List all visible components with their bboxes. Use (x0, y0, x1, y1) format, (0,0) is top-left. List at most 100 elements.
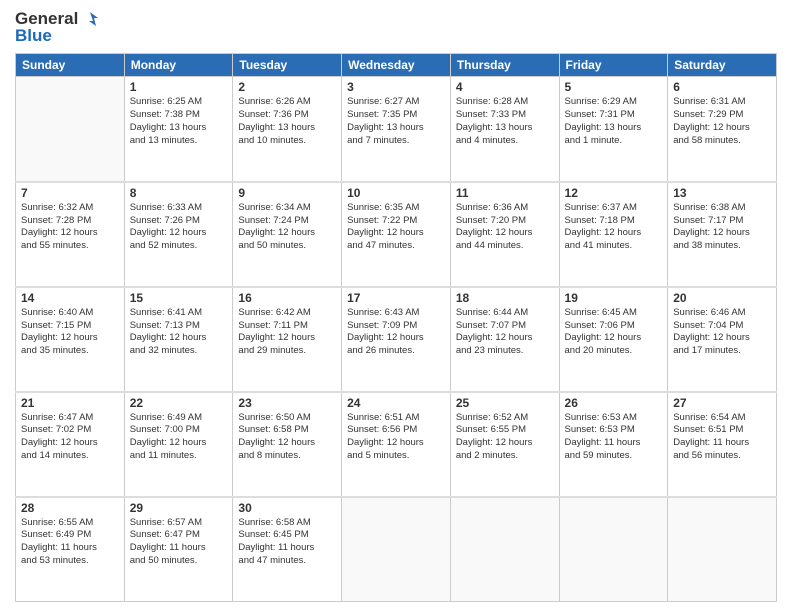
calendar-cell: 21 Sunrise: 6:47 AM Sunset: 7:02 PM Dayli… (16, 392, 125, 497)
calendar-cell: 16 Sunrise: 6:42 AM Sunset: 7:11 PM Dayli… (233, 287, 342, 392)
day-number: 22 (130, 396, 228, 410)
calendar-cell: 23 Sunrise: 6:50 AM Sunset: 6:58 PM Dayli… (233, 392, 342, 497)
day-number: 23 (238, 396, 336, 410)
day-info: Sunrise: 6:44 AM Sunset: 7:07 PM Dayligh… (456, 307, 554, 358)
day-info: Sunrise: 6:36 AM Sunset: 7:20 PM Dayligh… (456, 202, 554, 253)
calendar-week-row: 1 Sunrise: 6:25 AM Sunset: 7:38 PM Daylig… (16, 77, 777, 182)
calendar-cell: 12Sunrise: 6:37 AM Sunset: 7:18 PM Dayli… (559, 182, 668, 287)
day-info: Sunrise: 6:52 AM Sunset: 6:55 PM Dayligh… (456, 412, 554, 463)
calendar-cell: 30 Sunrise: 6:58 AM Sunset: 6:45 PM Dayli… (233, 497, 342, 602)
day-number: 24 (347, 396, 445, 410)
calendar-table: SundayMondayTuesdayWednesdayThursdayFrid… (15, 53, 777, 602)
calendar-cell: 27 Sunrise: 6:54 AM Sunset: 6:51 PM Dayli… (668, 392, 777, 497)
calendar-cell: 9 Sunrise: 6:34 AM Sunset: 7:24 PM Daylig… (233, 182, 342, 287)
day-number: 21 (21, 396, 119, 410)
day-info: Sunrise: 6:49 AM Sunset: 7:00 PM Dayligh… (130, 412, 228, 463)
calendar-header-row: SundayMondayTuesdayWednesdayThursdayFrid… (16, 54, 777, 77)
day-info: Sunrise: 6:47 AM Sunset: 7:02 PM Dayligh… (21, 412, 119, 463)
day-number: 17 (347, 291, 445, 305)
day-number: 30 (238, 501, 336, 515)
day-number: 14 (21, 291, 119, 305)
day-number: 4 (456, 80, 554, 94)
calendar-cell: 25 Sunrise: 6:52 AM Sunset: 6:55 PM Dayli… (450, 392, 559, 497)
calendar-cell: 4 Sunrise: 6:28 AM Sunset: 7:33 PM Daylig… (450, 77, 559, 182)
day-info: Sunrise: 6:42 AM Sunset: 7:11 PM Dayligh… (238, 307, 336, 358)
calendar-cell: 6Sunrise: 6:31 AM Sunset: 7:29 PM Daylig… (668, 77, 777, 182)
day-number: 11 (456, 186, 554, 200)
calendar-cell: 8Sunrise: 6:33 AM Sunset: 7:26 PM Daylig… (124, 182, 233, 287)
calendar-cell (342, 497, 451, 602)
day-number: 13 (673, 186, 771, 200)
calendar-cell: 22 Sunrise: 6:49 AM Sunset: 7:00 PM Dayli… (124, 392, 233, 497)
day-number: 5 (565, 80, 663, 94)
calendar-cell: 17Sunrise: 6:43 AM Sunset: 7:09 PM Dayli… (342, 287, 451, 392)
calendar-cell (450, 497, 559, 602)
calendar-cell: 11 Sunrise: 6:36 AM Sunset: 7:20 PM Dayli… (450, 182, 559, 287)
calendar-cell: 15Sunrise: 6:41 AM Sunset: 7:13 PM Dayli… (124, 287, 233, 392)
calendar-cell: 13 Sunrise: 6:38 AM Sunset: 7:17 PM Dayli… (668, 182, 777, 287)
calendar-cell (668, 497, 777, 602)
day-info: Sunrise: 6:51 AM Sunset: 6:56 PM Dayligh… (347, 412, 445, 463)
day-info: Sunrise: 6:54 AM Sunset: 6:51 PM Dayligh… (673, 412, 771, 463)
weekday-header: Thursday (450, 54, 559, 77)
logo: General Blue (15, 10, 98, 45)
day-number: 8 (130, 186, 228, 200)
day-number: 2 (238, 80, 336, 94)
day-info: Sunrise: 6:26 AM Sunset: 7:36 PM Dayligh… (238, 96, 336, 147)
day-number: 26 (565, 396, 663, 410)
weekday-header: Tuesday (233, 54, 342, 77)
day-info: Sunrise: 6:55 AM Sunset: 6:49 PM Dayligh… (21, 517, 119, 568)
weekday-header: Wednesday (342, 54, 451, 77)
calendar-cell: 7Sunrise: 6:32 AM Sunset: 7:28 PM Daylig… (16, 182, 125, 287)
day-number: 10 (347, 186, 445, 200)
day-number: 18 (456, 291, 554, 305)
day-info: Sunrise: 6:27 AM Sunset: 7:35 PM Dayligh… (347, 96, 445, 147)
logo-blue: Blue (15, 27, 98, 46)
calendar-cell: 29 Sunrise: 6:57 AM Sunset: 6:47 PM Dayli… (124, 497, 233, 602)
page-header: General Blue (15, 10, 777, 45)
day-number: 19 (565, 291, 663, 305)
day-info: Sunrise: 6:38 AM Sunset: 7:17 PM Dayligh… (673, 202, 771, 253)
day-info: Sunrise: 6:28 AM Sunset: 7:33 PM Dayligh… (456, 96, 554, 147)
calendar-week-row: 7Sunrise: 6:32 AM Sunset: 7:28 PM Daylig… (16, 182, 777, 287)
calendar-cell: 2 Sunrise: 6:26 AM Sunset: 7:36 PM Daylig… (233, 77, 342, 182)
calendar-cell: 14 Sunrise: 6:40 AM Sunset: 7:15 PM Dayli… (16, 287, 125, 392)
logo-block: General Blue (15, 10, 98, 45)
day-number: 20 (673, 291, 771, 305)
day-number: 27 (673, 396, 771, 410)
calendar-cell (559, 497, 668, 602)
calendar-week-row: 28 Sunrise: 6:55 AM Sunset: 6:49 PM Dayli… (16, 497, 777, 602)
weekday-header: Saturday (668, 54, 777, 77)
calendar-week-row: 14 Sunrise: 6:40 AM Sunset: 7:15 PM Dayli… (16, 287, 777, 392)
weekday-header: Friday (559, 54, 668, 77)
day-info: Sunrise: 6:25 AM Sunset: 7:38 PM Dayligh… (130, 96, 228, 147)
day-info: Sunrise: 6:46 AM Sunset: 7:04 PM Dayligh… (673, 307, 771, 358)
logo-flag-icon (80, 10, 98, 28)
day-info: Sunrise: 6:45 AM Sunset: 7:06 PM Dayligh… (565, 307, 663, 358)
day-number: 1 (130, 80, 228, 94)
day-number: 6 (673, 80, 771, 94)
day-info: Sunrise: 6:57 AM Sunset: 6:47 PM Dayligh… (130, 517, 228, 568)
day-info: Sunrise: 6:34 AM Sunset: 7:24 PM Dayligh… (238, 202, 336, 253)
calendar-cell: 24 Sunrise: 6:51 AM Sunset: 6:56 PM Dayli… (342, 392, 451, 497)
calendar-cell: 28 Sunrise: 6:55 AM Sunset: 6:49 PM Dayli… (16, 497, 125, 602)
day-number: 29 (130, 501, 228, 515)
day-info: Sunrise: 6:35 AM Sunset: 7:22 PM Dayligh… (347, 202, 445, 253)
day-number: 16 (238, 291, 336, 305)
calendar-cell: 3 Sunrise: 6:27 AM Sunset: 7:35 PM Daylig… (342, 77, 451, 182)
day-number: 9 (238, 186, 336, 200)
day-info: Sunrise: 6:40 AM Sunset: 7:15 PM Dayligh… (21, 307, 119, 358)
day-info: Sunrise: 6:58 AM Sunset: 6:45 PM Dayligh… (238, 517, 336, 568)
calendar-cell: 1 Sunrise: 6:25 AM Sunset: 7:38 PM Daylig… (124, 77, 233, 182)
day-number: 15 (130, 291, 228, 305)
day-number: 3 (347, 80, 445, 94)
weekday-header: Sunday (16, 54, 125, 77)
day-number: 25 (456, 396, 554, 410)
day-info: Sunrise: 6:53 AM Sunset: 6:53 PM Dayligh… (565, 412, 663, 463)
day-info: Sunrise: 6:50 AM Sunset: 6:58 PM Dayligh… (238, 412, 336, 463)
day-number: 28 (21, 501, 119, 515)
calendar-cell: 20 Sunrise: 6:46 AM Sunset: 7:04 PM Dayli… (668, 287, 777, 392)
calendar-cell: 26 Sunrise: 6:53 AM Sunset: 6:53 PM Dayli… (559, 392, 668, 497)
weekday-header: Monday (124, 54, 233, 77)
calendar-cell (16, 77, 125, 182)
